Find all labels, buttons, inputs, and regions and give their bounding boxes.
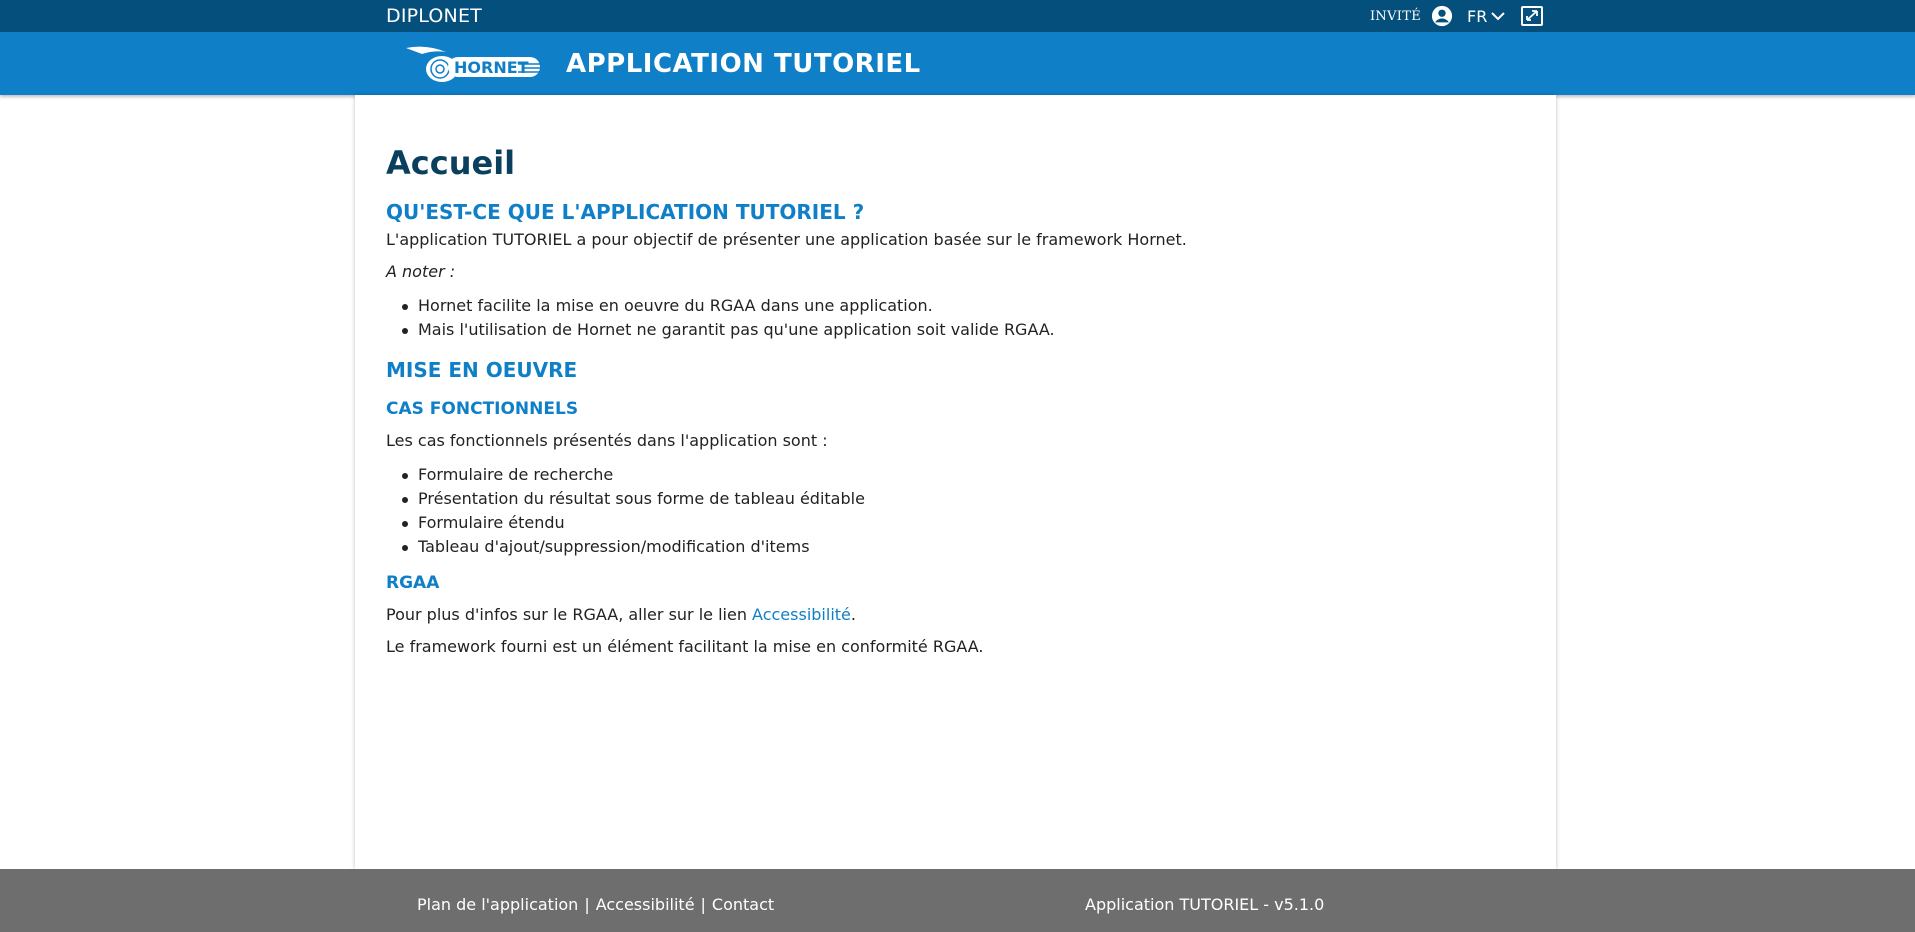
- section-heading-implementation: MISE EN OEUVRE: [386, 358, 578, 382]
- top-bar: DIPLONET INVITÉ FR: [0, 0, 1915, 32]
- main-content: Accueil QU'EST-CE QUE L'APPLICATION TUTO…: [355, 95, 1556, 869]
- language-label: FR: [1467, 6, 1488, 26]
- application-header: HORNET APPLICATION TUTORIEL: [0, 32, 1915, 95]
- footer-link-contact[interactable]: Contact: [712, 895, 774, 914]
- intro-paragraph: L'application TUTORIEL a pour objectif d…: [386, 230, 1187, 249]
- footer-link-accessibility[interactable]: Accessibilité: [596, 895, 695, 914]
- site-brand[interactable]: DIPLONET: [386, 5, 482, 27]
- rgaa-text-end: .: [850, 605, 856, 624]
- footer: Plan de l'application | Accessibilité | …: [0, 869, 1915, 932]
- language-selector[interactable]: FR: [1467, 6, 1506, 26]
- user-circle-icon[interactable]: [1431, 5, 1453, 27]
- application-title: APPLICATION TUTORIEL: [566, 49, 921, 79]
- list-item: Formulaire étendu: [402, 511, 865, 535]
- subsection-heading-cases: CAS FONCTIONNELS: [386, 399, 579, 419]
- footer-separator: |: [700, 895, 706, 914]
- note-label: A noter :: [386, 262, 456, 281]
- rgaa-paragraph: Pour plus d'infos sur le RGAA, aller sur…: [386, 605, 856, 624]
- cases-intro: Les cas fonctionnels présentés dans l'ap…: [386, 431, 828, 450]
- hornet-logo[interactable]: HORNET: [404, 42, 546, 88]
- page-title: Accueil: [386, 144, 516, 182]
- rgaa-text: Pour plus d'infos sur le RGAA, aller sur…: [386, 605, 753, 624]
- footer-separator: |: [584, 895, 590, 914]
- list-item: Formulaire de recherche: [402, 463, 865, 487]
- section-heading-about: QU'EST-CE QUE L'APPLICATION TUTORIEL ?: [386, 200, 865, 224]
- logo-text: HORNET: [454, 58, 529, 77]
- list-item: Hornet facilite la mise en oeuvre du RGA…: [402, 294, 1055, 318]
- subsection-heading-rgaa: RGAA: [386, 573, 440, 593]
- app-version: Application TUTORIEL - v5.1.0: [1085, 895, 1325, 914]
- fullscreen-icon[interactable]: [1521, 6, 1544, 26]
- chevron-down-icon: [1491, 11, 1506, 21]
- footer-link-sitemap[interactable]: Plan de l'application: [417, 895, 578, 914]
- list-item: Tableau d'ajout/suppression/modification…: [402, 535, 865, 559]
- list-item: Mais l'utilisation de Hornet ne garantit…: [402, 318, 1055, 342]
- accessibility-link[interactable]: Accessibilité: [752, 605, 851, 624]
- footer-links: Plan de l'application | Accessibilité | …: [417, 895, 774, 914]
- note-list: Hornet facilite la mise en oeuvre du RGA…: [386, 294, 1055, 342]
- rgaa-paragraph-2: Le framework fourni est un élément facil…: [386, 637, 984, 656]
- cases-list: Formulaire de recherche Présentation du …: [386, 463, 865, 559]
- user-label[interactable]: INVITÉ: [1370, 9, 1421, 24]
- user-menu: INVITÉ FR: [1370, 0, 1544, 32]
- list-item: Présentation du résultat sous forme de t…: [402, 487, 865, 511]
